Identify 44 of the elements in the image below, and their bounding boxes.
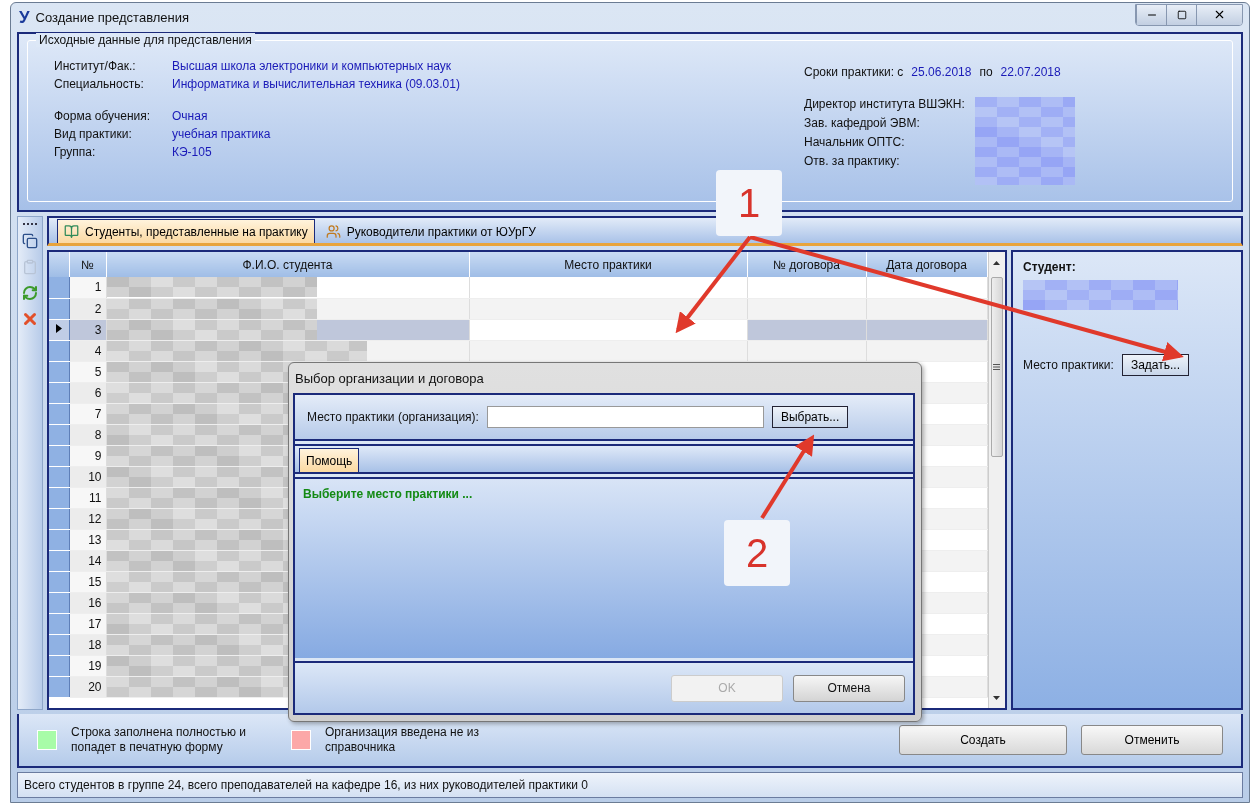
tab[interactable]: Руководители практики от ЮУрГУ: [318, 219, 543, 243]
field-value: Информатика и вычислительная техника (09.03.01): [172, 77, 461, 91]
field-value: учебная практика: [172, 127, 272, 141]
field-label: Начальник ОПТС:: [804, 135, 906, 149]
callout-number: 2: [724, 520, 790, 586]
window-title: Создание представления: [35, 10, 190, 25]
tab[interactable]: Помощь: [299, 448, 360, 472]
column-header[interactable]: Дата договора: [866, 252, 987, 277]
field-label: Директор института ВШЭКН:: [804, 97, 965, 111]
field-label: Институт/Фак.:: [54, 59, 137, 73]
field-label: Форма обучения:: [54, 109, 152, 123]
choose-button[interactable]: Выбрать...: [771, 406, 849, 428]
app-logo: У: [19, 9, 30, 26]
legend-text: Строка заполнена полностью и попадет в печатную форму: [71, 725, 248, 755]
group-legend: Исходные данные для представления: [36, 33, 255, 47]
status-bar: Всего студентов в группе 24, всего преподавателей на кафедре 16, из них руководителей практики 0: [17, 772, 1243, 798]
field-value: Очная: [172, 109, 209, 123]
field-label: Специальность:: [54, 77, 145, 91]
column-header[interactable]: Место практики: [469, 252, 747, 277]
set-button[interactable]: Задать...: [1121, 354, 1189, 376]
help-text: Выберите место практики ...: [303, 487, 473, 501]
date-value: 22.07.2018: [1000, 65, 1061, 79]
callout-number: 1: [716, 170, 782, 236]
field-label: Зав. кафедрой ЭВМ:: [804, 116, 921, 130]
field-label: Место практики (организация):: [307, 410, 479, 424]
field-value: Высшая школа электроники и компьютерных наук: [172, 59, 453, 73]
field-label: Вид практики:: [54, 127, 133, 141]
legend-text: Организация введена не из справочника: [325, 725, 480, 755]
field-label: Группа:: [54, 145, 97, 159]
date-value: 25.06.2018: [911, 65, 972, 79]
field-label: Сроки практики: с: [804, 65, 904, 79]
column-header[interactable]: Ф.И.О. студента: [106, 252, 469, 277]
panel-title: Студент:: [1023, 260, 1077, 274]
field-label: Место практики:: [1023, 358, 1114, 372]
cancel-button[interactable]: Отмена: [793, 674, 905, 702]
cancel-button[interactable]: Отменить: [1081, 725, 1223, 755]
row-number: 1: [69, 277, 106, 298]
field-label: по: [979, 65, 993, 79]
dialog-title: Выбор организации и договора: [294, 369, 485, 388]
tab[interactable]: Студенты, представленные на практику: [57, 219, 315, 243]
field-label: Отв. за практику:: [804, 154, 901, 168]
column-header[interactable]: №: [69, 252, 106, 277]
field-value: КЭ-105: [172, 145, 213, 159]
create-button[interactable]: Создать: [899, 725, 1067, 755]
